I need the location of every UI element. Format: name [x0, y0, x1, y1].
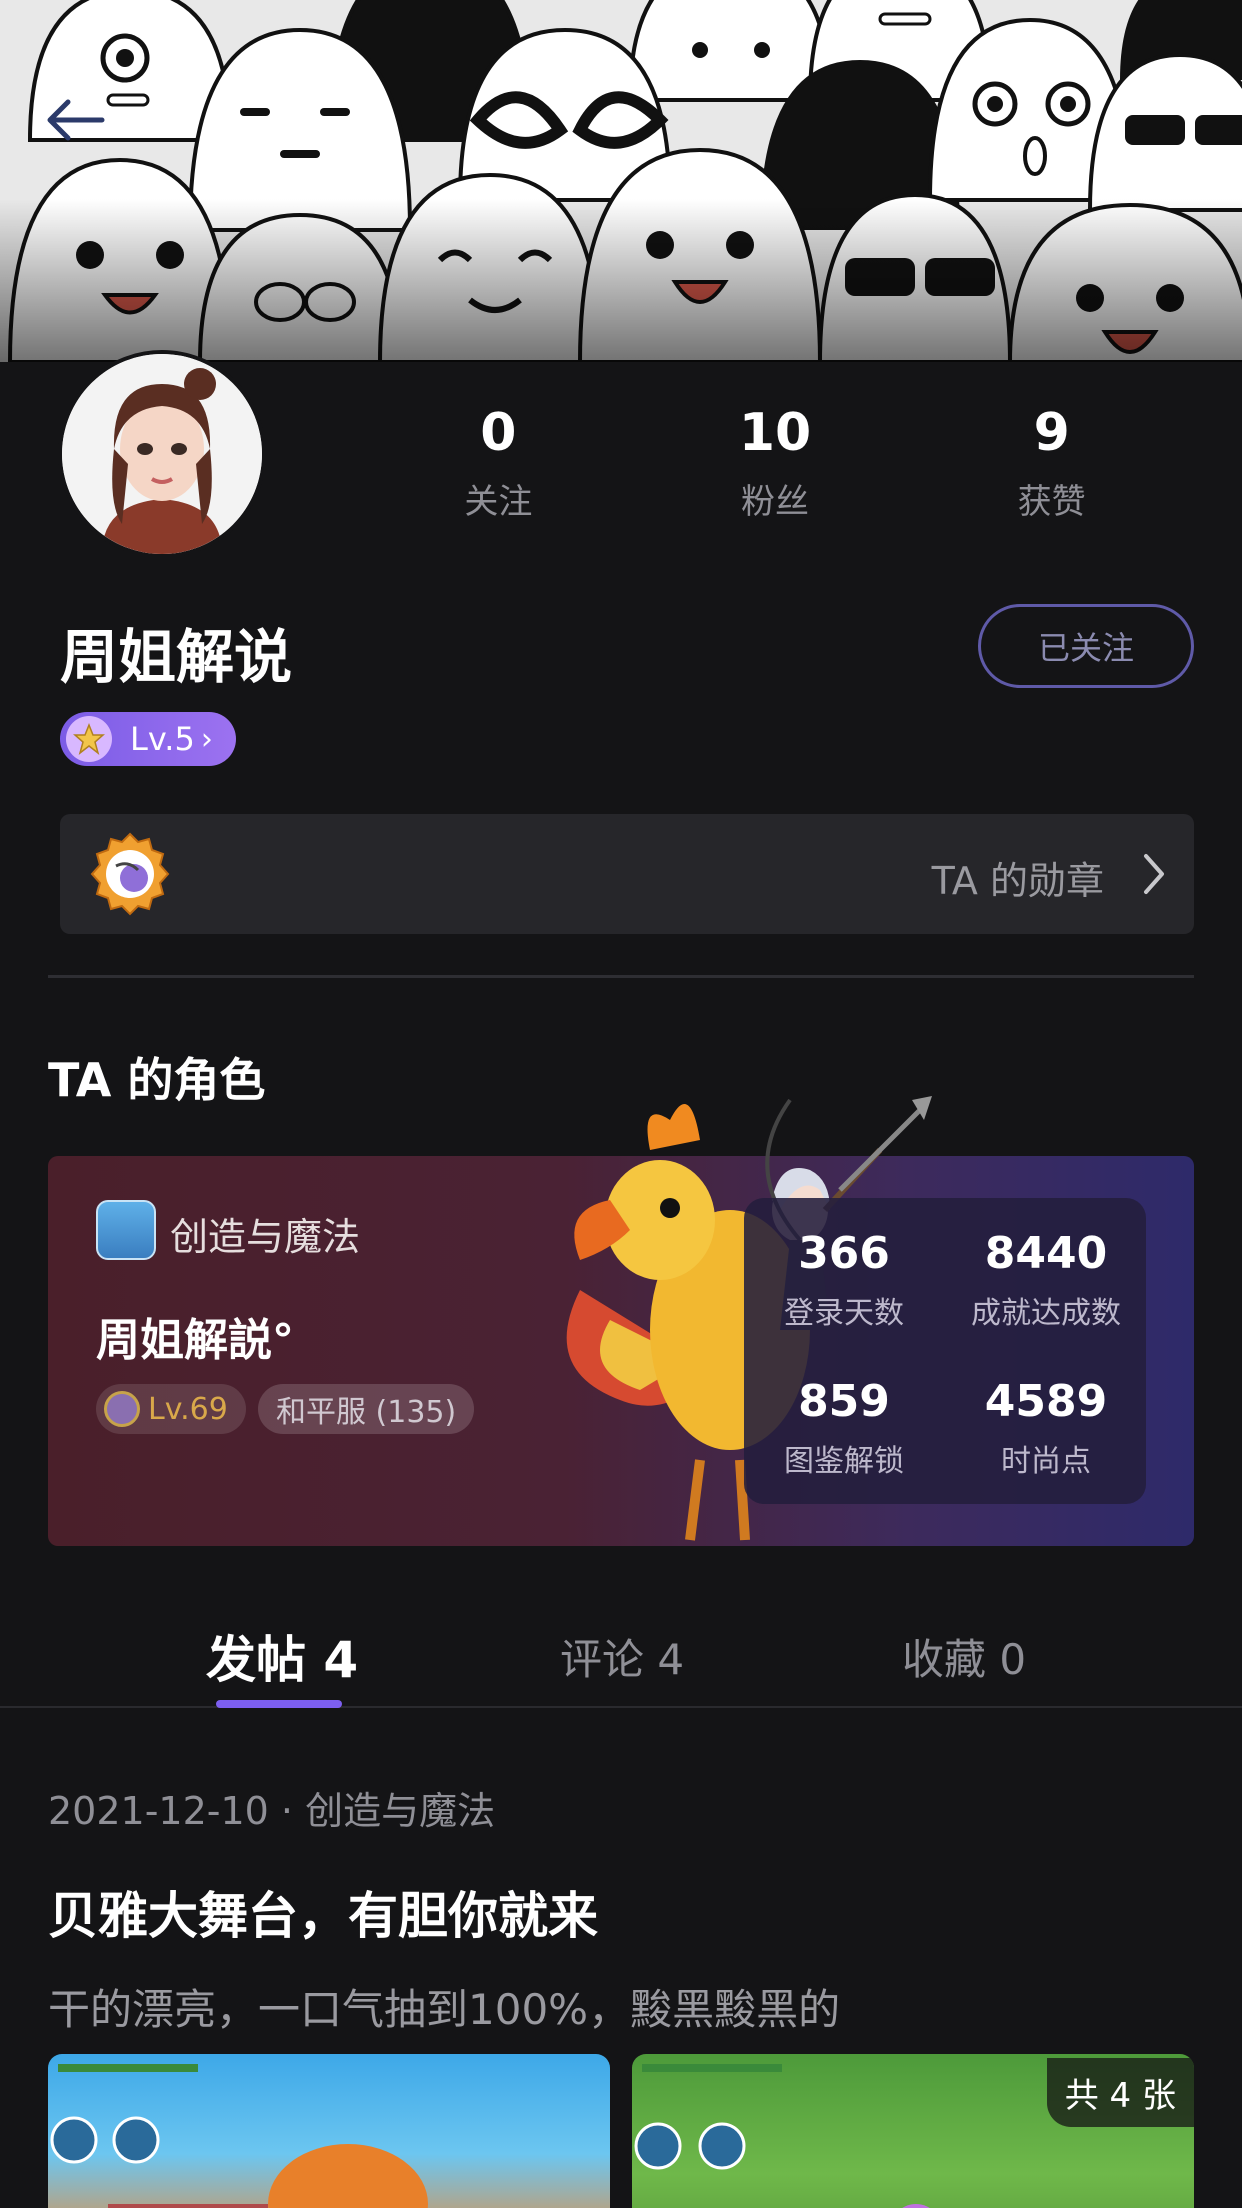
profile-stats: 0 关注 10 粉丝 9 获赞	[360, 398, 1190, 523]
game-screenshot-image	[50, 2064, 428, 2208]
stat-label: 粉丝	[741, 482, 809, 522]
stat-value: 9	[1033, 403, 1070, 463]
level-text: Lv.5	[130, 720, 195, 758]
character-level-badge: Lv.69	[96, 1384, 246, 1434]
game-app-icon	[96, 1200, 156, 1260]
stat-label: 关注	[464, 482, 533, 522]
stat-followers[interactable]: 10 粉丝	[637, 398, 914, 523]
image-count-badge: 共 4 张	[1046, 2058, 1194, 2127]
active-tab-indicator	[216, 1700, 342, 1708]
character-server: 和平服 (135)	[258, 1384, 475, 1434]
role-stat-login-days: 366 登录天数	[744, 1226, 944, 1332]
role-section-title: TA 的角色	[48, 1053, 266, 1107]
section-divider	[48, 975, 1194, 978]
stat-label: 获赞	[1017, 482, 1086, 522]
stat-likes[interactable]: 9 获赞	[913, 398, 1190, 523]
post-image[interactable]	[48, 2054, 610, 2208]
medal-bar[interactable]: TA 的勋章	[60, 814, 1194, 934]
role-stat-label: 登录天数	[784, 1296, 904, 1331]
medal-icon	[90, 832, 170, 916]
post-title[interactable]: 贝雅大舞台，有胆你就来	[48, 1876, 598, 1948]
character-name: 周姐解説°	[96, 1315, 294, 1366]
tab-comments[interactable]: 评论 4	[560, 1626, 684, 1687]
follow-button[interactable]: 已关注	[978, 604, 1194, 688]
post-image[interactable]: 共 4 张	[632, 2054, 1194, 2208]
tab-favorites[interactable]: 收藏 0	[902, 1626, 1026, 1687]
back-button[interactable]	[40, 95, 120, 155]
role-stat-achievements: 8440 成就达成数	[946, 1226, 1146, 1332]
role-stat-codex: 859 图鉴解锁	[744, 1374, 944, 1480]
stat-following[interactable]: 0 关注	[360, 398, 637, 523]
game-name: 创造与魔法	[170, 1215, 361, 1259]
arrow-left-icon	[47, 99, 105, 141]
role-stat-value: 859	[798, 1376, 890, 1427]
character-level: Lv.69	[148, 1391, 228, 1427]
level-star-icon	[66, 716, 112, 762]
user-avatar[interactable]	[58, 350, 266, 558]
tab-posts[interactable]: 发帖 4	[206, 1620, 358, 1692]
role-stat-fashion: 4589 时尚点	[946, 1374, 1146, 1480]
username: 周姐解说	[60, 623, 293, 691]
role-stat-label: 时尚点	[1001, 1444, 1091, 1479]
role-stat-value: 4589	[984, 1376, 1108, 1427]
role-stat-label: 成就达成数	[971, 1296, 1121, 1331]
content-tabs: 发帖 4 评论 4 收藏 0	[0, 1620, 1242, 1708]
stat-value: 10	[738, 403, 812, 463]
level-emblem-icon	[104, 1391, 140, 1427]
role-stat-value: 366	[798, 1228, 890, 1279]
ghost-pattern-illustration	[0, 0, 1242, 362]
medal-label: TA 的勋章	[931, 859, 1104, 903]
chevron-right-icon	[1144, 854, 1164, 894]
role-stats-panel: 366 登录天数 8440 成就达成数 859 图鉴解锁 4589 时尚点	[744, 1198, 1146, 1504]
post-body[interactable]: 干的漂亮，一口气抽到100%，黢黑黢黑的	[48, 1976, 840, 2037]
chevron-right-icon: ›	[200, 721, 213, 757]
user-level-badge[interactable]: Lv.5 ›	[60, 712, 236, 766]
role-stat-value: 8440	[984, 1228, 1108, 1279]
post-meta: 2021-12-10 · 创造与魔法	[48, 1789, 496, 1833]
stat-value: 0	[480, 403, 517, 463]
avatar-portrait-image	[62, 354, 262, 554]
role-stat-label: 图鉴解锁	[784, 1444, 904, 1479]
header-banner	[0, 0, 1242, 362]
